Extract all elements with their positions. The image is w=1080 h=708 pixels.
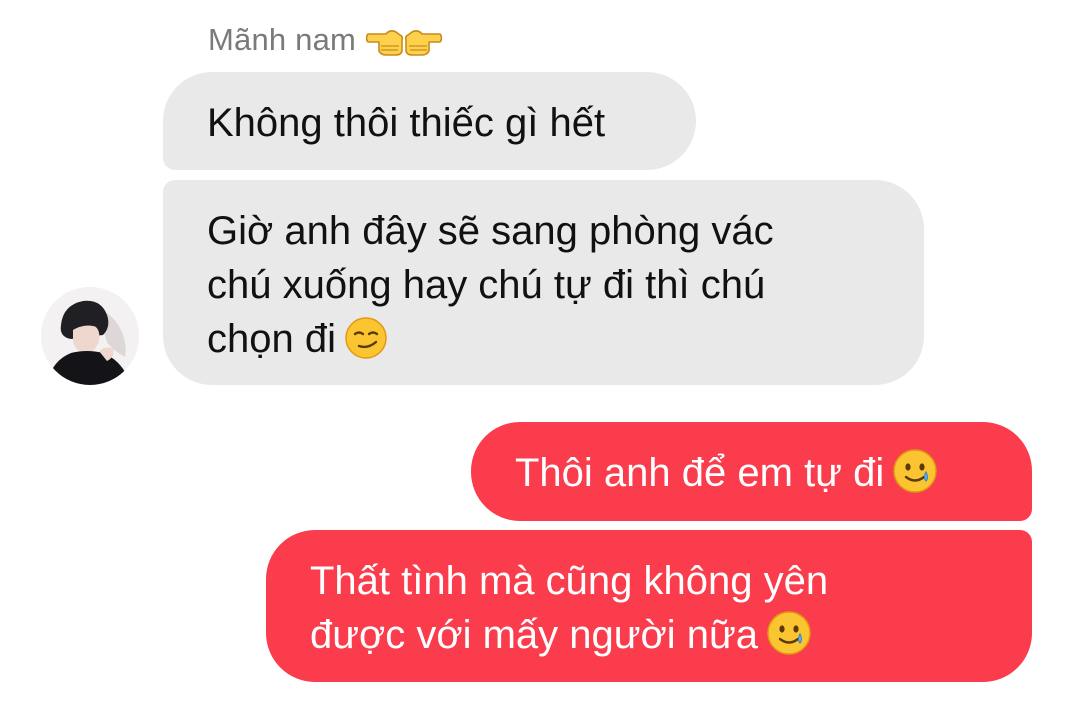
smiling-face-with-tear-icon: [892, 448, 938, 508]
pointing-hands-icon: [366, 22, 443, 58]
message-text-last-line: được với mấy người nữa: [310, 608, 1032, 670]
message-text: Thất tình mà cũng không yên: [310, 559, 829, 603]
message-text: chú xuống hay chú tự đi thì chú: [207, 263, 766, 307]
message-bubble-incoming[interactable]: Giờ anh đây sẽ sang phòng vác chú xuống …: [163, 180, 924, 385]
message-bubble-outgoing[interactable]: Thôi anh để em tự đi: [471, 422, 1032, 521]
avatar[interactable]: [41, 287, 139, 385]
sender-name[interactable]: Mãnh nam: [208, 22, 356, 58]
smirking-face-icon: [344, 316, 388, 374]
sender-header: Mãnh nam: [208, 18, 443, 62]
message-bubble-outgoing[interactable]: Thất tình mà cũng không yên được với mấy…: [266, 530, 1032, 682]
message-text-last-line: chọn đi: [207, 312, 924, 374]
message-text-line: Thôi anh để em tự đi: [515, 446, 1032, 508]
message-bubble-incoming[interactable]: Không thôi thiếc gì hết: [163, 72, 696, 170]
message-text: chọn đi: [207, 317, 336, 361]
message-text: Giờ anh đây sẽ sang phòng vác: [207, 209, 774, 253]
smiling-face-with-tear-icon: [766, 610, 812, 670]
message-text: Thôi anh để em tự đi: [515, 451, 885, 495]
message-text: Không thôi thiếc gì hết: [207, 101, 606, 145]
message-text: được với mấy người nữa: [310, 613, 759, 657]
